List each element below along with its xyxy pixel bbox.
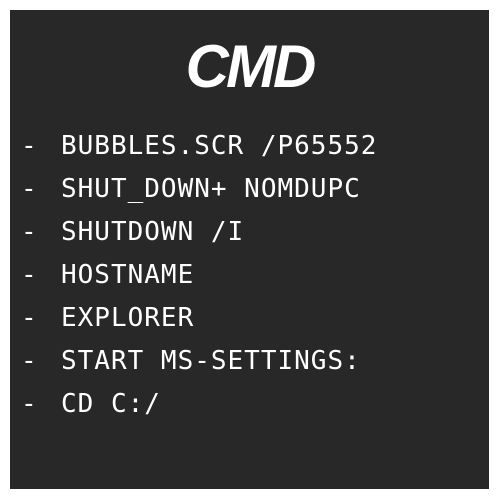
- page-title: CMD: [185, 33, 317, 100]
- command-item: - SHUTDOWN /I: [21, 211, 377, 254]
- command-text: SHUT_DOWN+ NOMDUPC: [61, 174, 361, 204]
- cmd-card: CMD - BUBBLES.SCR /P65552 - SHUT_DOWN+ NOM…: [10, 10, 489, 489]
- command-item: - BUBBLES.SCR /P65552: [21, 125, 377, 168]
- command-item: - CD C:/: [21, 383, 377, 426]
- bullet-dash: -: [21, 217, 38, 247]
- bullet-dash: -: [21, 303, 38, 333]
- command-text: BUBBLES.SCR /P65552: [61, 131, 378, 161]
- command-item: - HOSTNAME: [21, 254, 377, 297]
- command-text: START MS-SETTINGS:: [61, 346, 361, 376]
- command-text: EXPLORER: [61, 303, 195, 333]
- command-item: - SHUT_DOWN+ NOMDUPC: [21, 168, 377, 211]
- command-text: SHUTDOWN /I: [61, 217, 245, 247]
- bullet-dash: -: [21, 131, 38, 161]
- bullet-dash: -: [21, 260, 38, 290]
- command-text: HOSTNAME: [61, 260, 195, 290]
- command-text: CD C:/: [61, 389, 161, 419]
- bullet-dash: -: [21, 346, 38, 376]
- command-item: - START MS-SETTINGS:: [21, 340, 377, 383]
- command-list: - BUBBLES.SCR /P65552 - SHUT_DOWN+ NOMDUPC…: [21, 125, 377, 426]
- bullet-dash: -: [21, 389, 38, 419]
- bullet-dash: -: [21, 174, 38, 204]
- command-item: - EXPLORER: [21, 297, 377, 340]
